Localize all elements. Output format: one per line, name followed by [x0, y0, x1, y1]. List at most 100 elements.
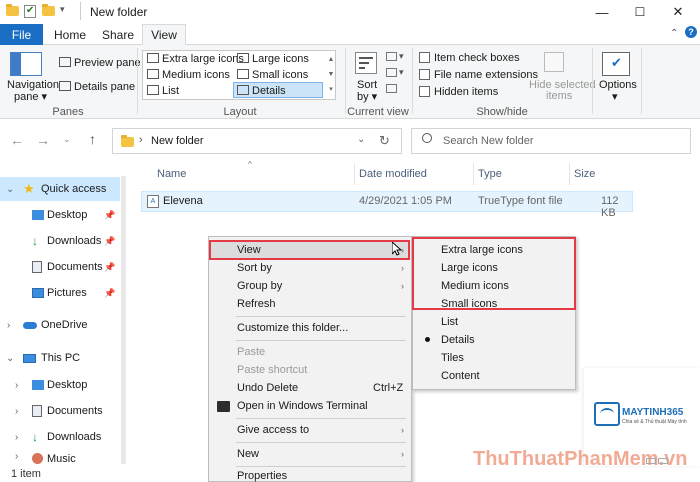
- new-folder-icon[interactable]: [42, 4, 55, 16]
- submenu-item-list[interactable]: List: [414, 313, 574, 331]
- submenu-item-small-icons[interactable]: Small icons: [414, 295, 574, 313]
- tab-view[interactable]: View: [142, 24, 186, 46]
- submenu-item-large-icons[interactable]: Large icons: [414, 259, 574, 277]
- menu-item-new[interactable]: New ›: [209, 445, 410, 463]
- pin-icon[interactable]: 📌: [104, 210, 115, 221]
- hidden-items-label[interactable]: Hidden items: [434, 86, 498, 98]
- menu-item-give-access[interactable]: Give access to ›: [209, 421, 410, 439]
- nav-item-downloads[interactable]: ↓ Downloads 📌: [0, 229, 120, 253]
- column-header-name[interactable]: Name: [157, 168, 186, 180]
- layout-list[interactable]: List: [162, 85, 179, 97]
- menu-item-open-terminal[interactable]: Open in Windows Terminal: [209, 397, 410, 415]
- submenu-item-tiles[interactable]: Tiles: [414, 349, 574, 367]
- nav-item-quick-access[interactable]: ⌄ ★ Quick access: [0, 177, 120, 201]
- properties-icon[interactable]: ✔: [24, 5, 36, 18]
- options-label[interactable]: Options: [599, 79, 637, 91]
- layout-small-icons[interactable]: Small icons: [252, 69, 308, 81]
- file-row[interactable]: A Elevena 4/29/2021 1:05 PM TrueType fon…: [141, 191, 633, 219]
- pin-icon[interactable]: 📌: [104, 288, 115, 299]
- menu-item-sort-by[interactable]: Sort by ›: [209, 259, 410, 277]
- close-button[interactable]: ✕: [658, 0, 698, 24]
- submenu-item-extra-large-icons[interactable]: Extra large icons: [414, 241, 574, 259]
- item-check-boxes-label[interactable]: Item check boxes: [434, 52, 520, 64]
- item-check-boxes-checkbox[interactable]: [419, 52, 430, 63]
- navigation-pane-icon[interactable]: [10, 52, 42, 76]
- file-name-extensions-checkbox[interactable]: [419, 69, 430, 80]
- chevron-right-icon[interactable]: ›: [15, 451, 18, 462]
- address-bar[interactable]: › New folder ⌄ ↻: [112, 128, 402, 154]
- menu-item-refresh[interactable]: Refresh: [209, 295, 410, 313]
- menu-item-paste[interactable]: Paste: [209, 343, 410, 361]
- view-toggle-icons[interactable]: [646, 458, 688, 464]
- file-name-extensions-label[interactable]: File name extensions: [434, 69, 538, 81]
- chevron-right-icon[interactable]: ›: [15, 432, 18, 443]
- breadcrumb-path[interactable]: New folder: [151, 135, 204, 147]
- nav-item-desktop[interactable]: Desktop 📌: [0, 203, 120, 227]
- menu-item-paste-shortcut[interactable]: Paste shortcut: [209, 361, 410, 379]
- menu-item-undo-delete[interactable]: Undo Delete Ctrl+Z: [209, 379, 410, 397]
- nav-item-pc-documents[interactable]: › Documents: [0, 399, 120, 423]
- help-icon[interactable]: ?: [685, 26, 697, 38]
- hide-selected-icon[interactable]: [544, 52, 564, 72]
- details-pane-button[interactable]: Details pane: [74, 81, 135, 93]
- submenu-item-details[interactable]: Details: [414, 331, 574, 349]
- nav-pane-scrollbar[interactable]: [121, 176, 126, 464]
- column-divider[interactable]: [354, 163, 355, 185]
- forward-arrow-icon[interactable]: →: [36, 132, 50, 148]
- nav-item-this-pc[interactable]: ⌄ This PC: [0, 346, 120, 370]
- nav-item-pc-desktop[interactable]: › Desktop: [0, 373, 120, 397]
- layout-large-icons[interactable]: Large icons: [252, 53, 309, 65]
- search-box[interactable]: Search New folder: [411, 128, 691, 154]
- up-arrow-icon[interactable]: ↑: [89, 131, 96, 147]
- column-header-date-modified[interactable]: Date modified: [359, 168, 427, 180]
- maximize-button[interactable]: ☐: [620, 0, 660, 24]
- back-arrow-icon[interactable]: ←: [10, 132, 24, 148]
- sort-by-icon[interactable]: [355, 52, 377, 74]
- nav-item-pictures[interactable]: Pictures 📌: [0, 281, 120, 305]
- column-divider[interactable]: [569, 163, 570, 185]
- hide-selected-label-2[interactable]: items: [546, 90, 572, 102]
- options-icon[interactable]: ✔: [602, 52, 630, 76]
- chevron-down-icon[interactable]: ⌄: [6, 184, 14, 195]
- refresh-icon[interactable]: ↻: [379, 133, 390, 149]
- add-columns-icon[interactable]: [386, 68, 397, 77]
- chevron-right-icon[interactable]: ›: [7, 320, 10, 331]
- minimize-button[interactable]: —: [582, 0, 622, 24]
- collapse-ribbon-icon[interactable]: ⌃: [670, 28, 678, 39]
- layout-details[interactable]: Details: [252, 85, 286, 97]
- file-name[interactable]: Elevena: [163, 195, 203, 207]
- menu-item-customize-folder[interactable]: Customize this folder...: [209, 319, 410, 337]
- tab-file[interactable]: File: [0, 24, 43, 45]
- tab-share[interactable]: Share: [96, 24, 140, 45]
- column-divider[interactable]: [473, 163, 474, 185]
- add-columns-dropdown-icon[interactable]: ▾: [399, 67, 404, 78]
- qa-dropdown-icon[interactable]: ▾: [60, 4, 65, 15]
- size-columns-icon[interactable]: [386, 84, 397, 93]
- nav-item-documents[interactable]: Documents 📌: [0, 255, 120, 279]
- options-label-2[interactable]: ▾: [612, 90, 618, 103]
- column-header-size[interactable]: Size: [574, 168, 595, 180]
- address-dropdown-icon[interactable]: ⌄: [357, 134, 365, 145]
- nav-item-pc-downloads[interactable]: › ↓ Downloads: [0, 425, 120, 449]
- layout-medium-icons[interactable]: Medium icons: [162, 69, 230, 81]
- submenu-item-medium-icons[interactable]: Medium icons: [414, 277, 574, 295]
- nav-item-onedrive[interactable]: › OneDrive: [0, 313, 120, 337]
- chevron-down-icon[interactable]: ⌄: [6, 353, 14, 364]
- recent-dropdown-icon[interactable]: ⌄: [63, 134, 71, 145]
- column-header-type[interactable]: Type: [478, 168, 502, 180]
- group-by-dropdown-icon[interactable]: ▾: [399, 51, 404, 62]
- layout-extra-large-icons[interactable]: Extra large icons: [162, 53, 244, 65]
- pin-icon[interactable]: 📌: [104, 236, 115, 247]
- sort-by-label-2[interactable]: by ▾: [357, 90, 377, 103]
- navigation-pane-label-2[interactable]: pane ▾: [14, 90, 47, 103]
- chevron-right-icon[interactable]: ›: [15, 406, 18, 417]
- hidden-items-checkbox[interactable]: [419, 86, 430, 97]
- preview-pane-button[interactable]: Preview pane: [74, 57, 141, 69]
- submenu-item-content[interactable]: Content: [414, 367, 574, 385]
- nav-item-pc-music[interactable]: › Music: [0, 451, 120, 465]
- pin-icon[interactable]: 📌: [104, 262, 115, 273]
- group-by-icon[interactable]: [386, 52, 397, 61]
- layout-scroll[interactable]: ▲ ▼ ▾: [327, 52, 335, 98]
- chevron-right-icon[interactable]: ›: [15, 380, 18, 391]
- tab-home[interactable]: Home: [48, 24, 92, 45]
